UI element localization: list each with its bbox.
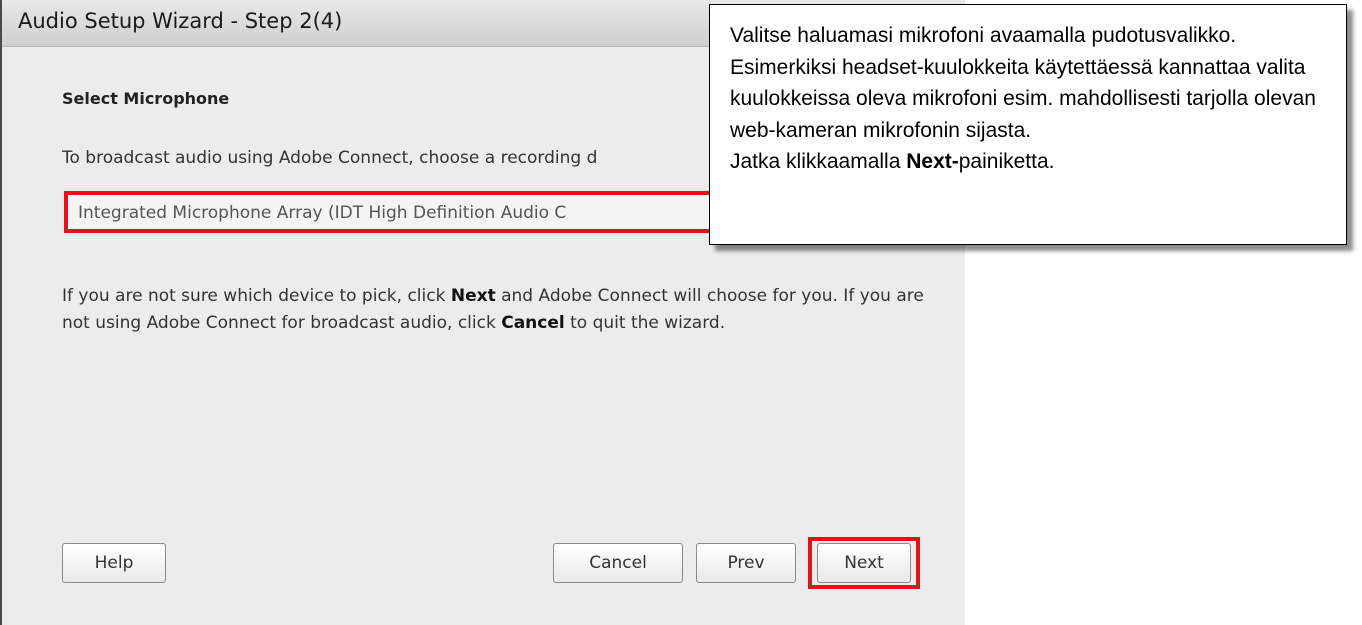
info-next-word: Next — [450, 286, 496, 306]
info-text: If you are not sure which device to pick… — [62, 283, 932, 337]
info-text-part3: to quit the wizard. — [564, 313, 726, 333]
callout-continue-prefix: Jatka klikkaamalla — [730, 150, 907, 173]
cancel-button[interactable]: Cancel — [553, 543, 683, 583]
info-cancel-word: Cancel — [501, 313, 565, 333]
callout-continue-suffix: painiketta. — [958, 150, 1055, 173]
instruction-text: To broadcast audio using Adobe Connect, … — [62, 148, 598, 168]
info-text-part1: If you are not sure which device to pick… — [62, 286, 451, 306]
microphone-select-value: Integrated Microphone Array (IDT High De… — [78, 203, 567, 223]
next-button[interactable]: Next — [817, 543, 911, 583]
dialog-title: Audio Setup Wizard - Step 2(4) — [18, 9, 343, 33]
screenshot-stage: Audio Setup Wizard - Step 2(4) Select Mi… — [0, 0, 1362, 625]
callout-text: Valitse haluamasi mikrofoni avaamalla pu… — [730, 24, 1316, 142]
callout-continue-bold: Next- — [906, 150, 959, 173]
callout-continue-line: Jatka klikkaamalla Next-painiketta. — [730, 146, 1332, 178]
next-button-highlight: Next — [808, 537, 920, 589]
section-heading: Select Microphone — [62, 89, 230, 108]
microphone-select[interactable]: Integrated Microphone Array (IDT High De… — [64, 191, 764, 233]
prev-button[interactable]: Prev — [696, 543, 796, 583]
help-button[interactable]: Help — [62, 543, 166, 583]
instruction-callout: Valitse haluamasi mikrofoni avaamalla pu… — [709, 4, 1347, 245]
